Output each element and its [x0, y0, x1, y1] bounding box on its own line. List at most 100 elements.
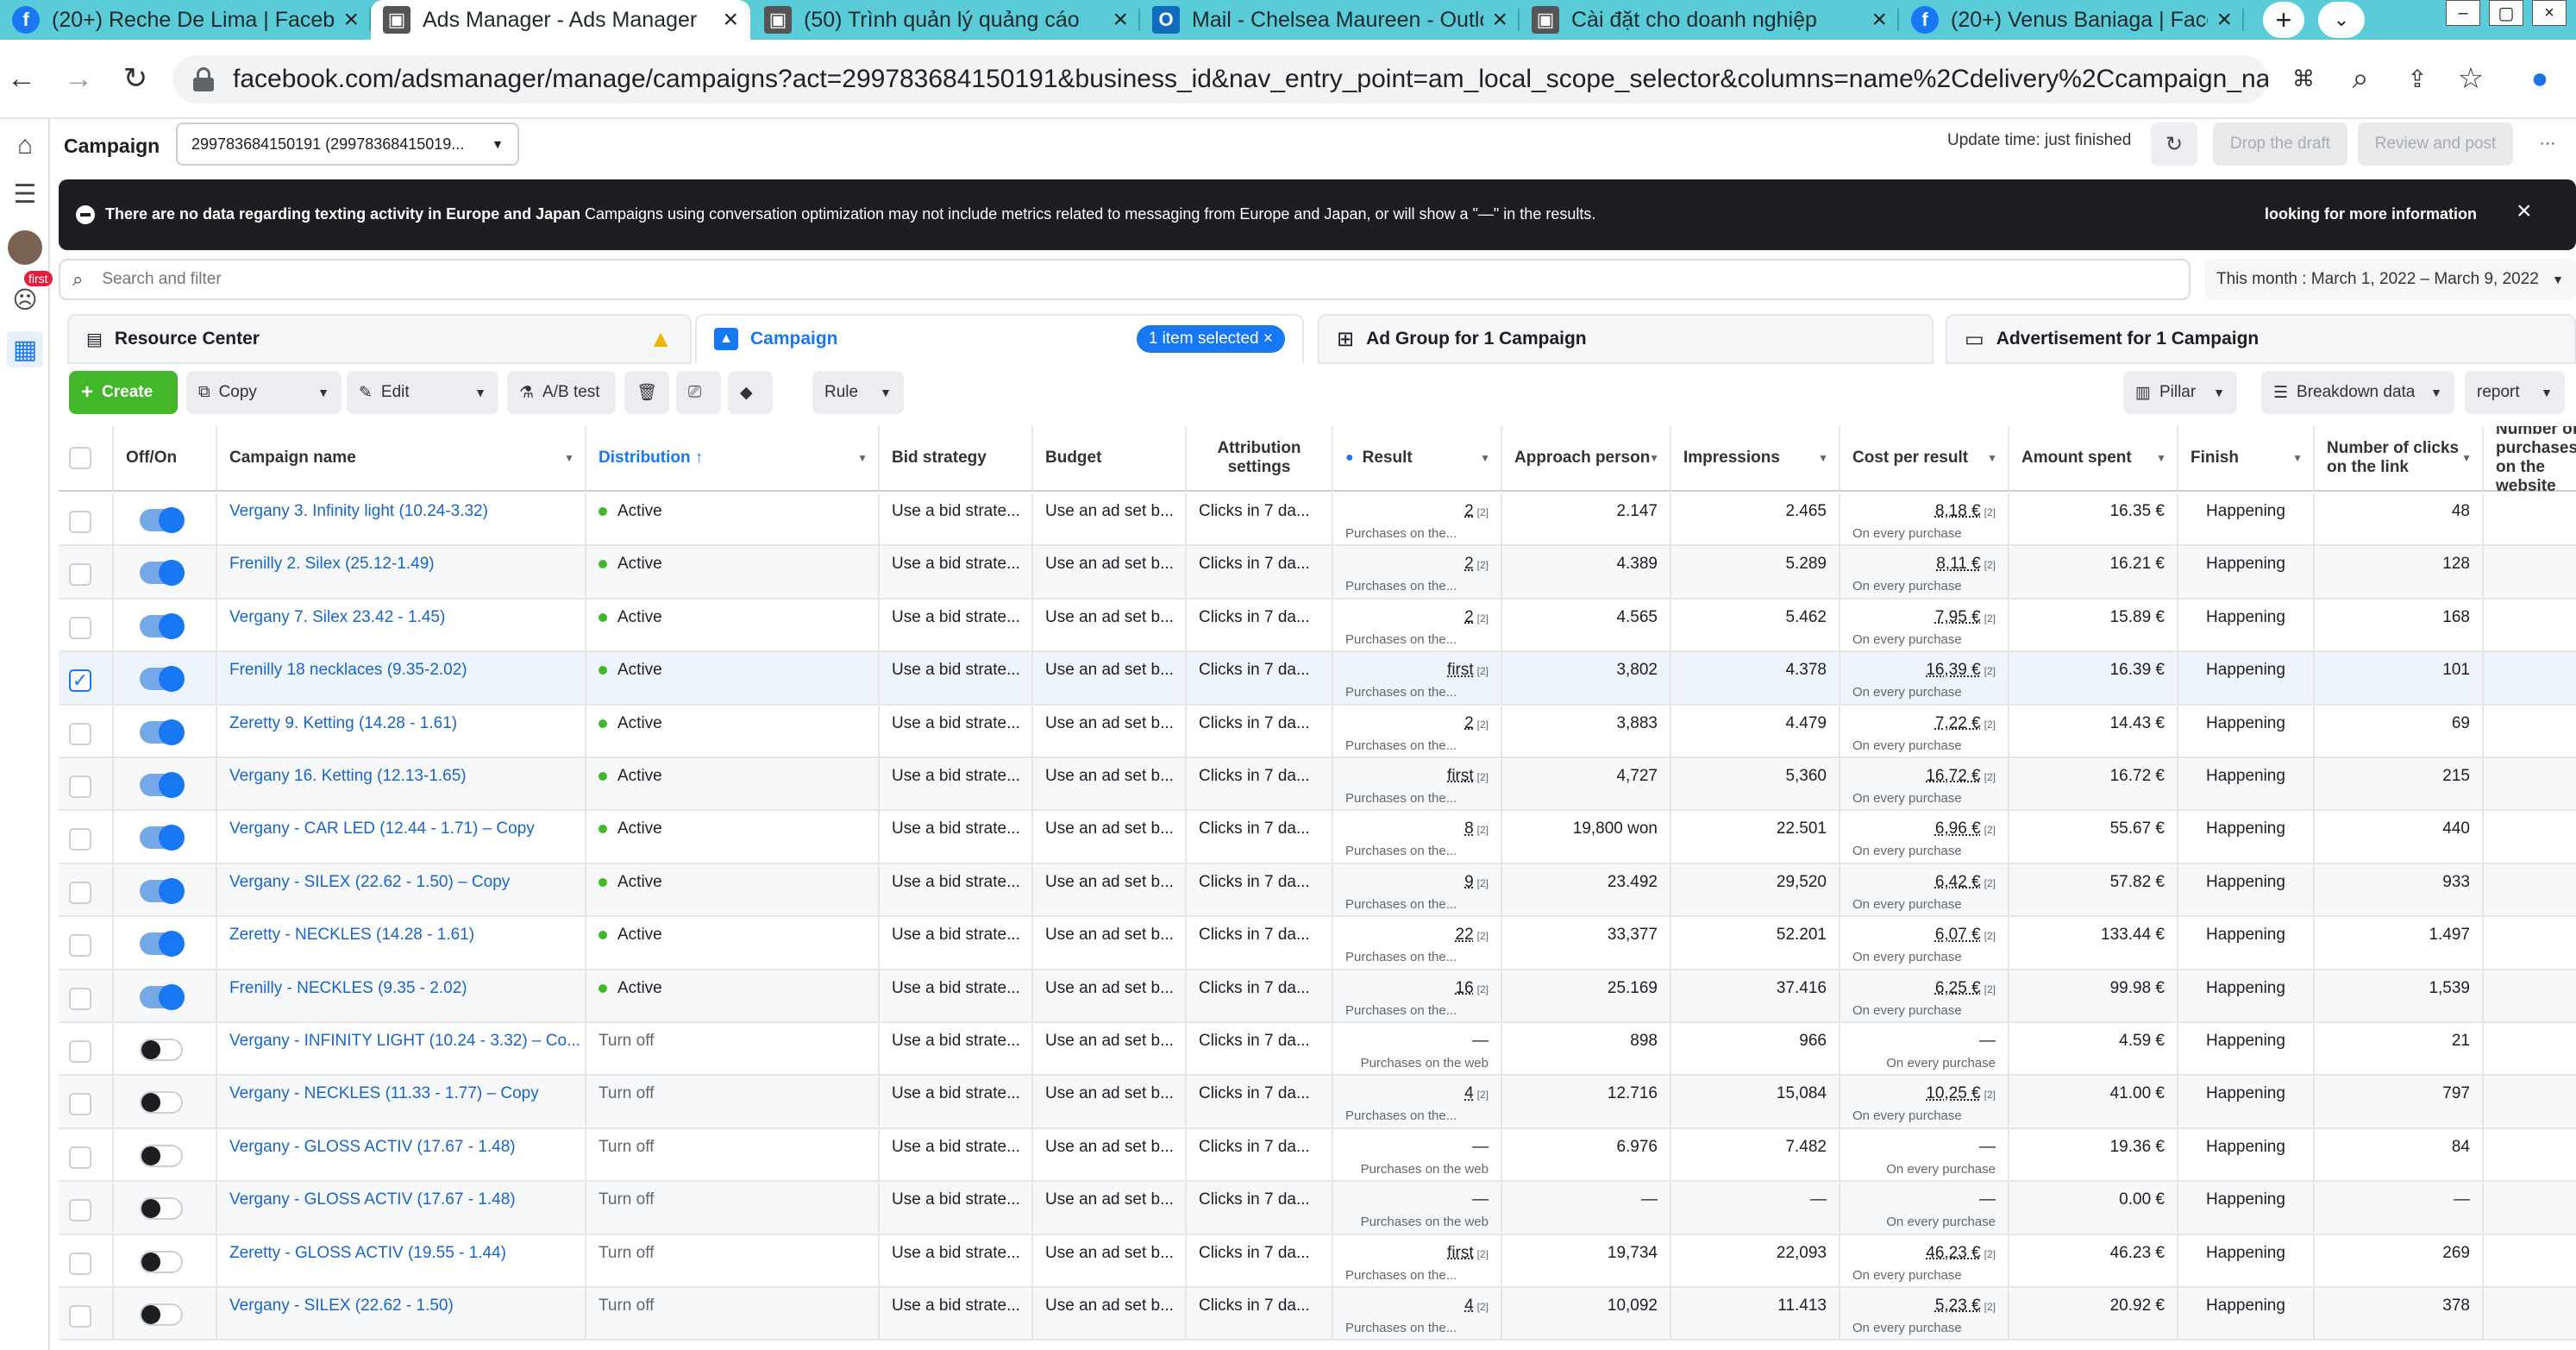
table-row[interactable]: Vergany 3. Infinity light (10.24-3.32) Ac…: [59, 493, 2576, 547]
chevron-down-icon[interactable]: ▼: [474, 386, 486, 399]
column-header-attribution[interactable]: Attribution settings: [1187, 426, 1333, 492]
column-header-result[interactable]: ● Result ▼: [1333, 426, 1502, 492]
delivery-toggle[interactable]: [140, 612, 185, 639]
column-header-cpr[interactable]: Cost per result ▼: [1840, 426, 2009, 492]
campaign-name-link[interactable]: Vergany 7. Silex 23.42 - 1.45): [229, 608, 573, 627]
sort-chevron-icon[interactable]: ▼: [1818, 449, 1828, 468]
delivery-toggle[interactable]: [140, 772, 185, 798]
close-tab-icon[interactable]: ×: [2216, 5, 2232, 35]
date-range-picker[interactable]: This month : March 1, 2022 – March 9, 20…: [2204, 259, 2576, 300]
row-checkbox[interactable]: [69, 1199, 91, 1222]
browser-tab[interactable]: f (20+) Venus Baniaga | Facebook ×: [1899, 0, 2244, 40]
preview-button[interactable]: ⎚: [676, 371, 721, 414]
delivery-toggle[interactable]: [140, 825, 185, 851]
edit-button[interactable]: ✎ Edit ▼: [347, 371, 498, 414]
sort-chevron-icon[interactable]: ▼: [2156, 449, 2166, 468]
delivery-toggle[interactable]: [140, 560, 185, 587]
table-row[interactable]: Vergany 16. Ketting (12.13-1.65) Active Us…: [59, 758, 2576, 812]
row-checkbox[interactable]: [69, 1146, 91, 1169]
column-header-check[interactable]: [59, 426, 114, 492]
sort-chevron-icon[interactable]: ▼: [2461, 449, 2472, 468]
sort-chevron-icon[interactable]: ▼: [1649, 449, 1659, 468]
sort-chevron-icon[interactable]: ▼: [1480, 449, 1490, 468]
create-button[interactable]: + Create: [69, 371, 178, 414]
column-header-spent[interactable]: Amount spent ▼: [2009, 426, 2178, 492]
delivery-toggle[interactable]: [140, 877, 185, 904]
new-tab-icon[interactable]: +: [2263, 2, 2304, 38]
home-icon[interactable]: ⌂: [7, 128, 43, 164]
sort-chevron-icon[interactable]: ▼: [1987, 449, 1997, 468]
report-button[interactable]: report ▼: [2465, 371, 2565, 414]
campaign-name-link[interactable]: Vergany - SILEX (22.62 - 1.50) – Copy: [229, 873, 573, 892]
back-icon[interactable]: ←: [0, 57, 43, 100]
delivery-toggle[interactable]: [140, 1091, 183, 1115]
copy-button[interactable]: ⧉ Copy ▼: [186, 371, 342, 414]
rule-button[interactable]: Rule ▼: [812, 371, 904, 414]
row-checkbox[interactable]: [69, 722, 91, 745]
reload-icon[interactable]: ↻: [114, 57, 157, 100]
share-icon[interactable]: ⇪: [2396, 57, 2439, 100]
browser-tab[interactable]: ▣ (50) Trình quản lý quảng cáo ×: [752, 0, 1140, 40]
campaign-name-link[interactable]: Frenilly 18 necklaces (9.35-2.02): [229, 661, 573, 680]
table-row[interactable]: Zeretty 9. Ketting (14.28 - 1.61) Active U…: [59, 705, 2576, 758]
close-tab-icon[interactable]: ×: [1113, 5, 1128, 35]
delivery-toggle[interactable]: [140, 1197, 183, 1221]
chevron-down-icon[interactable]: ▼: [317, 386, 329, 399]
campaign-name-link[interactable]: Zeretty 9. Ketting (14.28 - 1.61): [229, 714, 573, 733]
browser-tab[interactable]: ▣ Cài đặt cho doanh nghiệp ×: [1520, 0, 1899, 40]
column-header-purchases[interactable]: Number of purchases on the website: [2484, 426, 2576, 495]
table-row[interactable]: ✓ Frenilly 18 necklaces (9.35-2.02) Active…: [59, 652, 2576, 706]
banner-learn-more-link[interactable]: looking for more information: [2265, 205, 2477, 223]
tab-search-chevron-icon[interactable]: ⌄: [2318, 2, 2365, 38]
row-checkbox[interactable]: ✓: [69, 669, 91, 693]
table-row[interactable]: Vergany - SILEX (22.62 - 1.50) – Copy Act…: [59, 863, 2576, 918]
close-tab-icon[interactable]: ×: [1492, 5, 1507, 35]
campaign-name-link[interactable]: Vergany 3. Infinity light (10.24-3.32): [229, 502, 573, 521]
account-avatar[interactable]: [7, 229, 43, 266]
menu-icon[interactable]: ☰: [7, 176, 43, 212]
row-checkbox[interactable]: [69, 563, 91, 587]
campaign-name-link[interactable]: Zeretty - NECKLES (14.28 - 1.61): [229, 926, 573, 945]
search-filter-bar[interactable]: ⌕: [59, 259, 2191, 300]
column-header-bid[interactable]: Bid strategy: [880, 426, 1033, 492]
window-close-icon[interactable]: ×: [2532, 0, 2567, 26]
drop-draft-button[interactable]: Drop the draft: [2213, 122, 2347, 166]
row-checkbox[interactable]: [69, 934, 91, 958]
row-checkbox[interactable]: [69, 881, 91, 904]
campaign-name-link[interactable]: Vergany - SILEX (22.62 - 1.50): [229, 1297, 573, 1315]
clear-selection-icon[interactable]: ×: [1263, 330, 1273, 348]
tab-campaign[interactable]: ▲ Campaign 1 item selected ×: [695, 314, 1304, 364]
table-row[interactable]: Vergany - NECKLES (11.33 - 1.77) – Copy T…: [59, 1076, 2576, 1129]
browser-tab[interactable]: O Mail - Chelsea Maureen - Outlook ×: [1140, 0, 1520, 40]
delivery-toggle[interactable]: [140, 719, 185, 745]
table-row[interactable]: Zeretty - GLOSS ACTIV (19.55 - 1.44) Turn…: [59, 1234, 2576, 1288]
tag-button[interactable]: ◆: [728, 371, 773, 414]
campaign-name-link[interactable]: Vergany - GLOSS ACTIV (17.67 - 1.48): [229, 1138, 573, 1157]
column-header-budget[interactable]: Budget: [1033, 426, 1187, 492]
row-checkbox[interactable]: [69, 1093, 91, 1116]
column-header-offon[interactable]: Off/On: [114, 426, 217, 492]
browser-tab[interactable]: ▣ Ads Manager - Ads Manager ×: [371, 0, 750, 40]
selected-items-badge[interactable]: 1 item selected ×: [1136, 325, 1285, 353]
campaign-name-link[interactable]: Zeretty - GLOSS ACTIV (19.55 - 1.44): [229, 1244, 573, 1263]
column-header-name[interactable]: Campaign name ▼: [217, 426, 586, 492]
table-row[interactable]: Vergany - INFINITY LIGHT (10.24 - 3.32) …: [59, 1023, 2576, 1077]
minimize-icon[interactable]: –: [2446, 0, 2480, 26]
tab-ad-group[interactable]: ⊞ Ad Group for 1 Campaign: [1318, 314, 1934, 364]
campaign-name-link[interactable]: Frenilly 2. Silex (25.12-1.49): [229, 555, 573, 574]
delivery-toggle[interactable]: [140, 666, 185, 693]
row-checkbox[interactable]: [69, 1305, 91, 1328]
delivery-toggle[interactable]: [140, 1303, 183, 1326]
bookmark-star-icon[interactable]: ☆: [2449, 57, 2492, 100]
row-checkbox[interactable]: [69, 828, 91, 851]
info-icon[interactable]: ●: [1345, 449, 1354, 468]
review-post-button[interactable]: Review and post: [2358, 122, 2513, 166]
close-icon[interactable]: ×: [2516, 197, 2532, 226]
row-checkbox[interactable]: [69, 1040, 91, 1063]
notifications-icon[interactable]: ☹ first: [7, 271, 53, 317]
zoom-icon[interactable]: ⌕: [2339, 57, 2382, 100]
profile-avatar-icon[interactable]: ●: [2518, 57, 2561, 100]
ab-test-button[interactable]: ⚗ A/B test: [507, 371, 616, 414]
account-selector[interactable]: 299783684150191 (29978368415019... ▼: [176, 122, 519, 166]
row-checkbox[interactable]: [69, 987, 91, 1010]
